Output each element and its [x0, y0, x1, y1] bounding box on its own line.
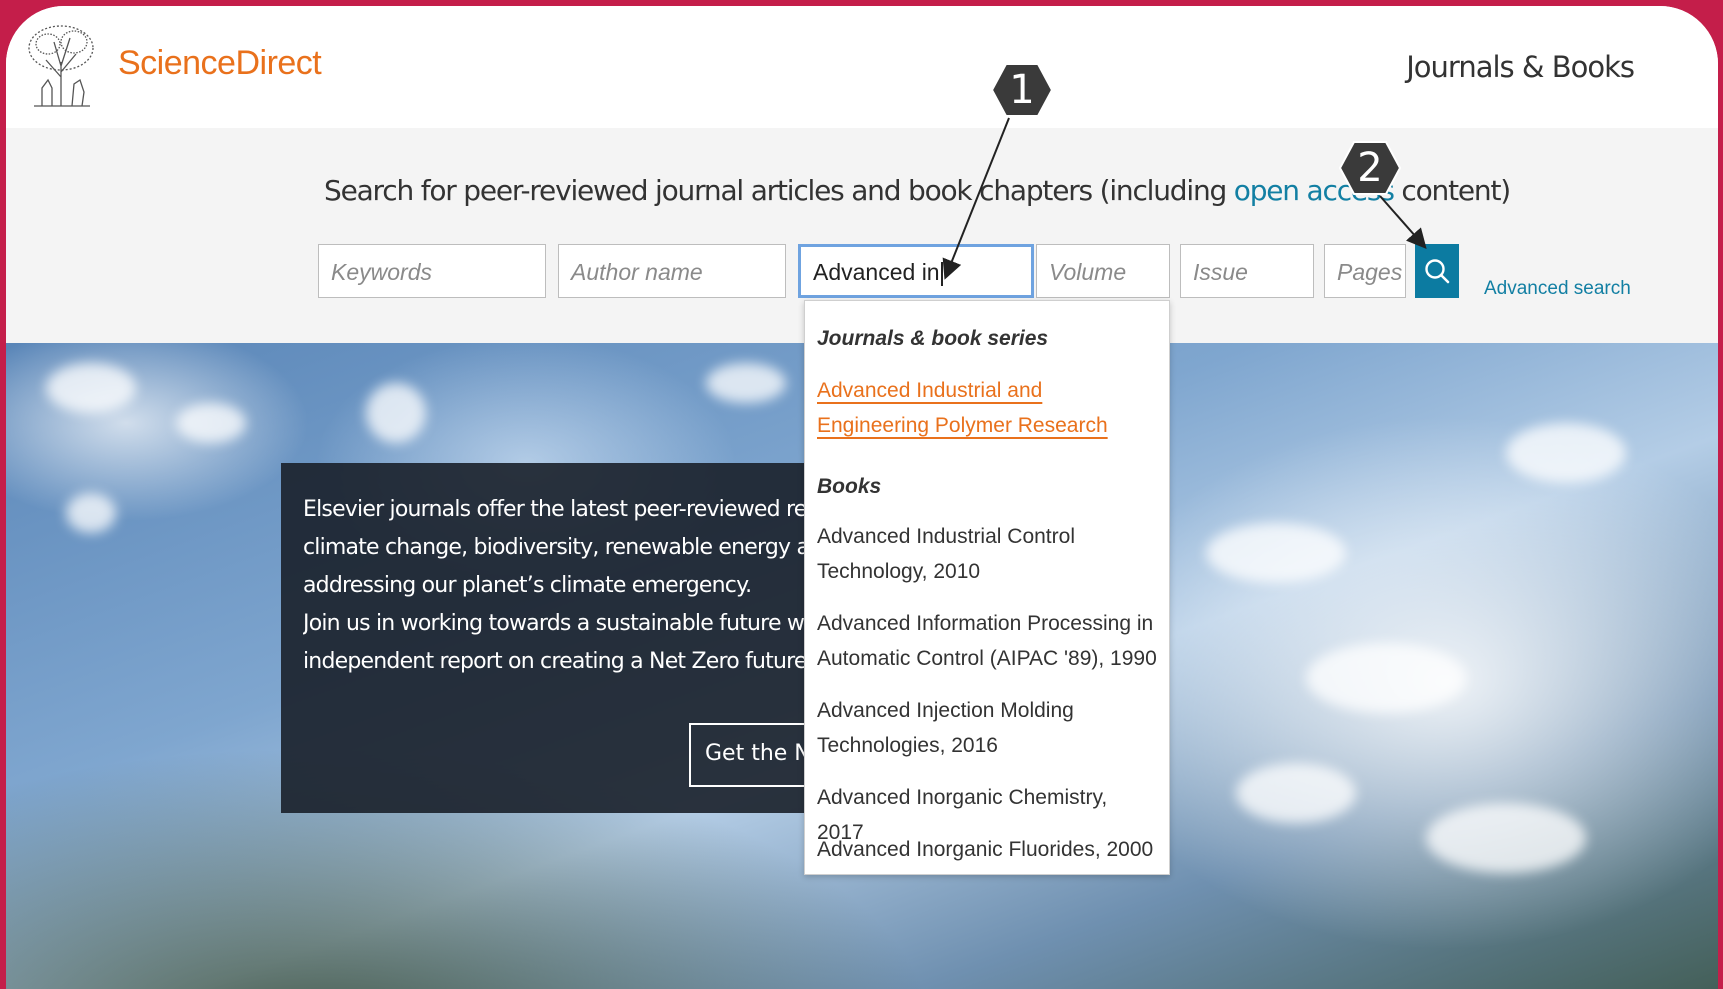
marker-label: 2 — [1357, 145, 1383, 191]
book-suggestion[interactable]: Advanced Inorganic Fluorides, 2000 — [817, 832, 1157, 867]
promo-line: addressing our planet’s climate emergenc… — [303, 573, 752, 598]
page-frame: ScienceDirect Journals & Books Search fo… — [6, 6, 1718, 989]
promo-text: Elsevier journals offer the latest peer-… — [303, 491, 843, 681]
promo-line: independent report on creating a Net Zer… — [303, 649, 814, 674]
book-suggestion[interactable]: Advanced Information Processing in Autom… — [817, 606, 1157, 676]
annotation-marker-1: 1 — [990, 62, 1054, 118]
marker-label: 1 — [1009, 67, 1035, 113]
book-suggestion[interactable]: Advanced Industrial Control Technology, … — [817, 519, 1157, 589]
promo-line: Join us in working towards a sustainable… — [303, 611, 843, 636]
promo-banner: Elsevier journals offer the latest peer-… — [281, 463, 889, 813]
annotation-marker-2: 2 — [1338, 140, 1402, 196]
annotation-arrows — [942, 117, 1427, 280]
promo-line: climate change, biodiversity, renewable … — [303, 535, 843, 560]
book-suggestion[interactable]: Advanced Injection Molding Technologies,… — [817, 693, 1157, 763]
promo-line: Elsevier journals offer the latest peer-… — [303, 497, 843, 522]
books-heading: Books — [817, 475, 882, 498]
